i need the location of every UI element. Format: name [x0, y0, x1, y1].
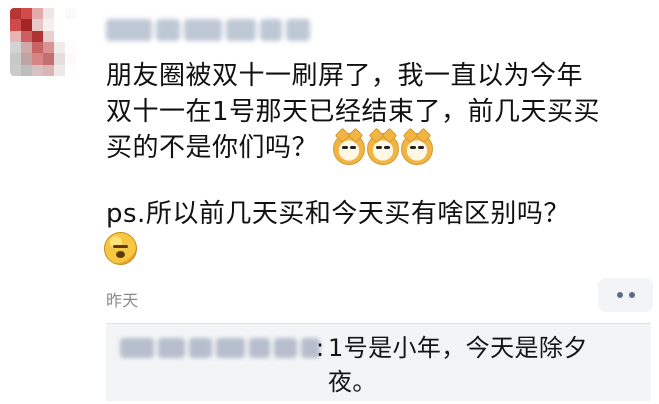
- avatar-mosaic-cell: [32, 41, 43, 54]
- avatar-mosaic-cell: [10, 64, 21, 76]
- commenter-name-blurred[interactable]: [120, 333, 320, 363]
- avatar-mosaic-cell: [32, 19, 43, 31]
- avatar-mosaic-cell: [32, 30, 43, 42]
- avatar-mosaic-cell: [21, 19, 32, 31]
- avatar-mosaic-cell: [65, 53, 76, 65]
- post-line-1: 朋友圈被双十一刷屏了，我一直以为今年: [106, 61, 584, 91]
- avatar-mosaic-cell: [54, 30, 65, 42]
- comment-box: : 1号是小年，今天是除夕 夜。: [106, 323, 651, 401]
- comment-line-1: 1号是小年，今天是除夕: [328, 334, 588, 362]
- post-line-3-text: 买的不是你们吗？: [106, 133, 319, 163]
- more-options-icon: [616, 292, 623, 298]
- avatar-mosaic-cell: [32, 8, 43, 20]
- more-options-button[interactable]: [598, 278, 653, 312]
- avatar-mosaic-cell: [65, 41, 76, 54]
- avatar-mosaic-cell: [10, 41, 21, 54]
- doge-emoji-icon: [400, 132, 433, 165]
- moments-post: 朋友圈被双十一刷屏了，我一直以为今年 双十一在1号那天已经结束了，前几天买买 买…: [0, 0, 659, 404]
- avatar-mosaic-cell: [21, 41, 32, 54]
- post-line-2: 双十一在1号那天已经结束了，前几天买买: [106, 97, 601, 127]
- avatar-mosaic-cell: [54, 53, 65, 65]
- avatar-mosaic-cell: [54, 8, 65, 20]
- avatar-mosaic-cell: [43, 19, 54, 31]
- comment-text[interactable]: 1号是小年，今天是除夕 夜。: [328, 331, 648, 399]
- more-options-icon: [628, 292, 635, 298]
- post-line-3: 买的不是你们吗？: [106, 130, 646, 166]
- avatar-mosaic-cell: [10, 8, 21, 20]
- sleepy-emoji-icon: [104, 232, 137, 265]
- avatar-mosaic-cell: [43, 64, 54, 76]
- avatar-mosaic-cell: [10, 53, 21, 65]
- username-blurred[interactable]: [106, 14, 316, 46]
- avatar-mosaic-cell: [65, 30, 76, 42]
- post-text: 朋友圈被双十一刷屏了，我一直以为今年 双十一在1号那天已经结束了，前几天买买 买…: [106, 58, 646, 166]
- doge-emoji-icon: [366, 132, 399, 165]
- avatar-mosaic-cell: [54, 41, 65, 54]
- avatar-mosaic-cell: [54, 19, 65, 31]
- avatar-mosaic-cell: [65, 64, 76, 76]
- avatar-mosaic-cell: [10, 19, 21, 31]
- avatar-mosaic-cell: [54, 64, 65, 76]
- avatar-mosaic-cell: [65, 8, 76, 20]
- avatar-mosaic-cell: [21, 53, 32, 65]
- avatar-mosaic-cell: [43, 41, 54, 54]
- avatar-mosaic-cell: [32, 64, 43, 76]
- doge-emoji-group: [332, 132, 433, 165]
- ps-text: ps.所以前几天买和今天买有啥区别吗？: [106, 199, 570, 229]
- avatar-mosaic-cell: [21, 30, 32, 42]
- doge-emoji-icon: [332, 132, 365, 165]
- avatar-mosaic-cell: [32, 53, 43, 65]
- avatar[interactable]: [10, 8, 76, 76]
- avatar-mosaic-cell: [43, 8, 54, 20]
- comment-line-2: 夜。: [328, 368, 377, 396]
- avatar-mosaic-cell: [21, 8, 32, 20]
- avatar-mosaic-cell: [43, 30, 54, 42]
- avatar-mosaic-cell: [65, 19, 76, 31]
- timestamp: 昨天: [106, 291, 139, 310]
- comment-colon: :: [316, 334, 325, 362]
- avatar-mosaic-cell: [43, 53, 54, 65]
- avatar-mosaic-cell: [21, 64, 32, 76]
- avatar-mosaic-cell: [10, 30, 21, 42]
